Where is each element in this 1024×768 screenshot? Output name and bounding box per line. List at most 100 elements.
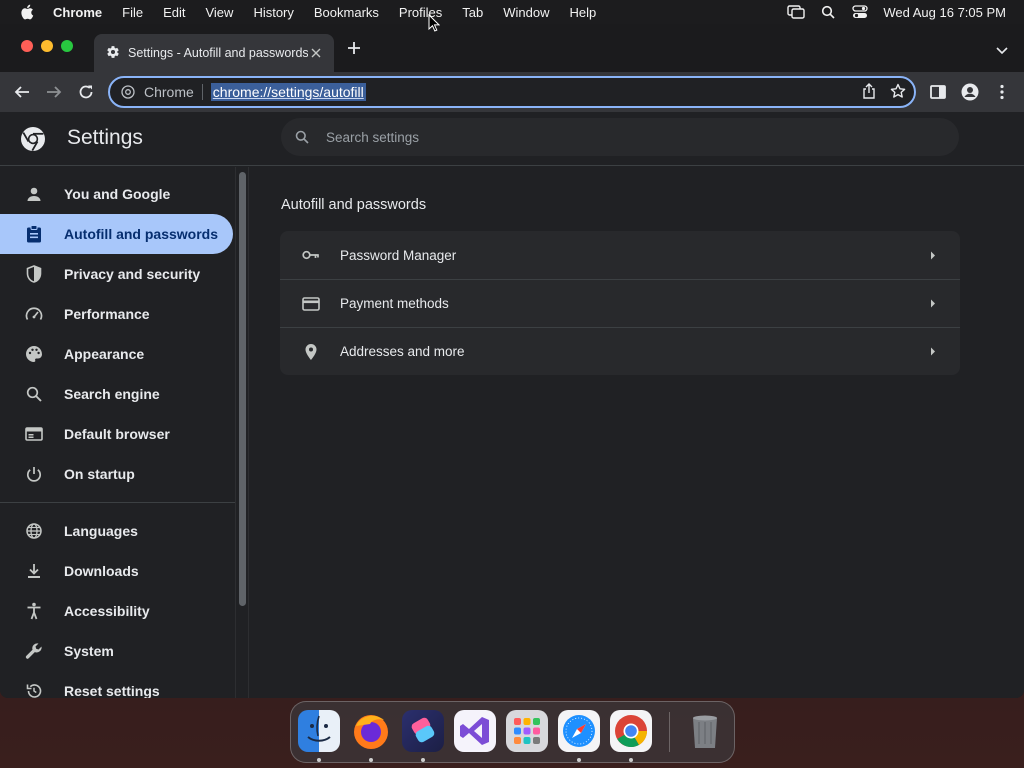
key-icon xyxy=(301,245,321,265)
close-window-button[interactable] xyxy=(21,40,33,52)
chrome-logo-icon xyxy=(20,126,46,152)
firefox-app-icon[interactable] xyxy=(350,710,392,752)
menu-bar: Chrome File Edit View History Bookmarks … xyxy=(0,0,1024,24)
running-indicator xyxy=(577,758,581,762)
menu-window[interactable]: Window xyxy=(503,5,549,20)
sidebar-item-downloads[interactable]: Downloads xyxy=(0,551,236,591)
payment-methods-row[interactable]: Payment methods xyxy=(280,279,960,327)
finder-app-icon[interactable] xyxy=(298,710,340,752)
sidebar-item-autofill-and-passwords[interactable]: Autofill and passwords xyxy=(0,214,233,254)
speedometer-icon xyxy=(24,304,44,324)
browser-window-icon xyxy=(24,424,44,444)
scrollbar-thumb[interactable] xyxy=(239,172,246,606)
forward-arrow-icon[interactable] xyxy=(44,82,64,102)
shortcuts-app-icon[interactable] xyxy=(402,710,444,752)
apple-icon[interactable] xyxy=(18,0,36,24)
menu-bookmarks[interactable]: Bookmarks xyxy=(314,5,379,20)
menu-clock[interactable]: Wed Aug 16 7:05 PM xyxy=(883,5,1006,20)
sidebar-item-reset-settings[interactable]: Reset settings xyxy=(0,671,236,698)
menu-help[interactable]: Help xyxy=(570,5,597,20)
sidebar-item-label: Default browser xyxy=(64,426,170,442)
tab-title: Settings - Autofill and passwords xyxy=(128,46,308,60)
sidebar-scrollbar[interactable] xyxy=(235,167,249,698)
menu-app-name[interactable]: Chrome xyxy=(53,5,102,20)
mouse-cursor-icon xyxy=(428,13,441,32)
chrome-site-icon[interactable] xyxy=(120,84,136,100)
sidebar-item-performance[interactable]: Performance xyxy=(0,294,236,334)
sidebar-item-label: Privacy and security xyxy=(64,266,201,282)
menu-file[interactable]: File xyxy=(122,5,143,20)
address-bar[interactable]: Chrome chrome://settings/autofill xyxy=(108,76,916,108)
url-text[interactable]: chrome://settings/autofill xyxy=(210,83,366,101)
back-arrow-icon[interactable] xyxy=(12,82,32,102)
tab-strip: Settings - Autofill and passwords xyxy=(0,24,1024,72)
tab-settings[interactable]: Settings - Autofill and passwords xyxy=(94,34,334,72)
settings-header: Settings Search settings xyxy=(0,112,1024,166)
reset-icon xyxy=(24,681,44,698)
control-center-icon[interactable] xyxy=(851,5,869,19)
menu-edit[interactable]: Edit xyxy=(163,5,185,20)
sidebar-item-label: Performance xyxy=(64,306,150,322)
addresses-row[interactable]: Addresses and more xyxy=(280,327,960,375)
share-icon[interactable] xyxy=(862,83,876,102)
chrome-app-icon[interactable] xyxy=(610,710,652,752)
menu-history[interactable]: History xyxy=(253,5,293,20)
screen-mirroring-icon[interactable] xyxy=(787,5,806,19)
accessibility-icon xyxy=(24,601,44,621)
location-pin-icon xyxy=(301,342,321,362)
search-icon xyxy=(24,384,44,404)
safari-app-icon[interactable] xyxy=(558,710,600,752)
settings-main: Autofill and passwords Password Manager … xyxy=(249,167,1024,698)
sidebar-item-privacy-and-security[interactable]: Privacy and security xyxy=(0,254,236,294)
sidebar-item-label: You and Google xyxy=(64,186,171,202)
sidebar-item-default-browser[interactable]: Default browser xyxy=(0,414,236,454)
sidebar-item-label: Accessibility xyxy=(64,603,150,619)
search-icon xyxy=(294,129,310,145)
wrench-icon xyxy=(24,641,44,661)
sidebar-item-label: On startup xyxy=(64,466,135,482)
more-menu-icon[interactable] xyxy=(992,82,1012,102)
sidebar-item-appearance[interactable]: Appearance xyxy=(0,334,236,374)
sidebar-item-accessibility[interactable]: Accessibility xyxy=(0,591,236,631)
password-manager-row[interactable]: Password Manager xyxy=(280,231,960,279)
clipboard-icon xyxy=(24,224,44,244)
minimize-window-button[interactable] xyxy=(41,40,53,52)
side-panel-icon[interactable] xyxy=(928,82,948,102)
zoom-window-button[interactable] xyxy=(61,40,73,52)
sidebar-item-search-engine[interactable]: Search engine xyxy=(0,374,236,414)
sidebar-item-you-and-google[interactable]: You and Google xyxy=(0,174,236,214)
sidebar-item-system[interactable]: System xyxy=(0,631,236,671)
sidebar-item-languages[interactable]: Languages xyxy=(0,511,236,551)
spotlight-search-icon[interactable] xyxy=(819,5,837,19)
trash-app-icon[interactable] xyxy=(684,710,726,752)
close-tab-icon[interactable] xyxy=(308,45,324,61)
browser-toolbar: Chrome chrome://settings/autofill xyxy=(0,72,1024,112)
site-chip-label: Chrome xyxy=(144,84,194,100)
profile-avatar-icon[interactable] xyxy=(960,82,980,102)
bookmark-star-icon[interactable] xyxy=(890,83,906,102)
settings-page: Settings Search settings You and Google xyxy=(0,112,1024,698)
reload-icon[interactable] xyxy=(76,82,96,102)
tab-search-chevron-icon[interactable] xyxy=(996,42,1010,56)
chevron-right-icon xyxy=(928,299,938,309)
section-title: Autofill and passwords xyxy=(281,197,427,213)
menu-view[interactable]: View xyxy=(205,5,233,20)
sidebar-item-on-startup[interactable]: On startup xyxy=(0,454,236,494)
launchpad-app-icon[interactable] xyxy=(506,710,548,752)
row-label: Password Manager xyxy=(340,247,457,263)
window-controls xyxy=(21,40,73,52)
running-indicator xyxy=(317,758,321,762)
chevron-right-icon xyxy=(928,347,938,357)
visual-studio-app-icon[interactable] xyxy=(454,710,496,752)
settings-search-input[interactable]: Search settings xyxy=(281,118,959,156)
sidebar-item-label: Downloads xyxy=(64,563,139,579)
person-icon xyxy=(24,184,44,204)
sidebar-item-label: Reset settings xyxy=(64,683,160,698)
row-label: Addresses and more xyxy=(340,344,465,359)
chevron-right-icon xyxy=(928,250,938,260)
omnibox-divider xyxy=(201,84,203,100)
menu-tab[interactable]: Tab xyxy=(462,5,483,20)
download-icon xyxy=(24,561,44,581)
globe-icon xyxy=(24,521,44,541)
new-tab-button[interactable] xyxy=(345,40,363,58)
